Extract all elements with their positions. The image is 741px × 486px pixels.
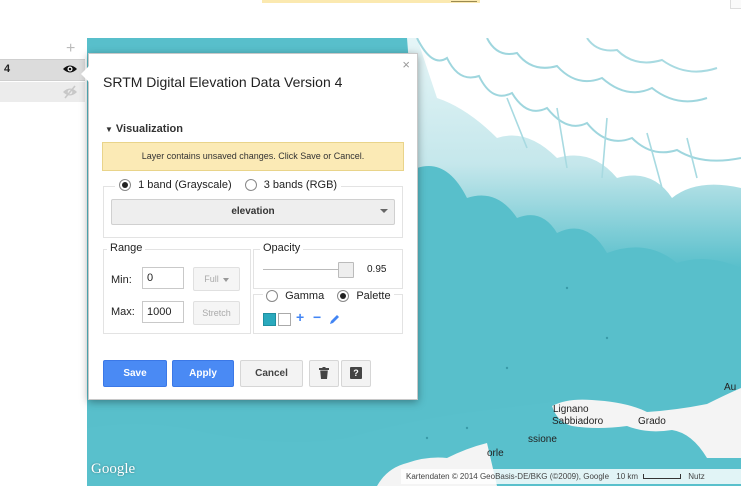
scale-label: 10 km [616, 472, 639, 481]
add-layer-icon[interactable]: + [66, 41, 75, 57]
top-bar [0, 0, 741, 38]
corner-control[interactable] [730, 0, 741, 9]
map-label-lignano: Lignano [553, 404, 589, 415]
google-logo: Google [91, 461, 136, 477]
close-icon[interactable]: × [402, 57, 410, 72]
scale-bar [643, 474, 682, 480]
min-label: Min: [111, 274, 132, 286]
layer-visualization-dialog: × SRTM Digital Elevation Data Version 4 … [81, 53, 418, 400]
layer-row-hidden[interactable] [0, 82, 85, 102]
cancel-button[interactable]: Cancel [240, 360, 303, 387]
map-label-grado: Grado [638, 416, 666, 427]
max-label: Max: [111, 306, 135, 318]
radio-three-bands[interactable] [244, 179, 257, 192]
help-button[interactable]: ? [341, 360, 371, 387]
notice-link-underline[interactable] [451, 1, 477, 2]
band-select-value: elevation [231, 206, 275, 217]
unsaved-warning: Layer contains unsaved changes. Click Sa… [102, 142, 404, 171]
range-label: Range [107, 242, 146, 254]
layer-panel: + 4 [0, 38, 87, 486]
palette-label[interactable]: Palette [356, 290, 390, 302]
full-range-dropdown[interactable]: Full [193, 267, 240, 291]
radio-gamma[interactable] [266, 290, 278, 303]
radio-palette[interactable] [337, 290, 350, 303]
band-select[interactable]: elevation [111, 199, 395, 225]
palette-swatch-teal[interactable] [263, 313, 276, 326]
opacity-slider-track[interactable] [263, 269, 349, 270]
opacity-value: 0.95 [367, 264, 387, 275]
remove-color-icon[interactable]: − [313, 309, 321, 325]
add-color-icon[interactable]: + [296, 309, 304, 325]
layer-row-active[interactable]: 4 [0, 59, 85, 81]
layer-label: 4 [4, 63, 11, 75]
min-input[interactable]: 0 [142, 267, 184, 289]
color-mode-row: Gamma Palette [263, 290, 394, 303]
delete-button[interactable] [309, 360, 339, 387]
map-label-orle: orle [487, 448, 504, 459]
section-title: Visualization [115, 123, 183, 135]
band-mode-row: 1 band (Grayscale) 3 bands (RGB) [115, 179, 342, 192]
dialog-title: SRTM Digital Elevation Data Version 4 [103, 74, 343, 90]
max-input[interactable]: 1000 [142, 301, 184, 323]
eye-icon[interactable] [62, 63, 78, 78]
eye-off-icon[interactable] [62, 85, 78, 102]
dialog-pointer [81, 66, 89, 82]
map-attribution: Kartendaten © 2014 GeoBasis-DE/BKG (©200… [401, 469, 741, 484]
terms-link[interactable]: Nutz [688, 472, 704, 481]
full-label: Full [204, 274, 219, 284]
opacity-slider-thumb[interactable] [337, 262, 354, 278]
radio-one-band[interactable] [119, 179, 131, 192]
attribution-text[interactable]: Kartendaten © 2014 GeoBasis-DE/BKG (©200… [406, 472, 609, 481]
notice-strip [262, 0, 480, 3]
map-label-au: Au [724, 382, 737, 393]
pencil-icon[interactable] [329, 312, 340, 328]
apply-button[interactable]: Apply [172, 360, 234, 387]
chevron-down-icon [222, 277, 229, 282]
stretch-button[interactable]: Stretch [193, 301, 240, 325]
opacity-label: Opacity [260, 242, 304, 254]
map-label-ssione: ssione [528, 434, 557, 445]
one-band-label[interactable]: 1 band (Grayscale) [138, 179, 232, 191]
palette-swatch-white[interactable] [278, 313, 291, 326]
help-icon: ? [350, 367, 362, 379]
gamma-label[interactable]: Gamma [285, 290, 324, 302]
trash-icon [319, 367, 329, 380]
save-button[interactable]: Save [103, 360, 167, 387]
triangle-down-icon: ▼ [105, 125, 113, 134]
chevron-down-icon [380, 209, 388, 213]
visualization-section-header[interactable]: ▼ Visualization [105, 123, 183, 135]
three-bands-label[interactable]: 3 bands (RGB) [264, 179, 337, 191]
map-label-sabbiadoro: Sabbiadoro [552, 416, 604, 427]
